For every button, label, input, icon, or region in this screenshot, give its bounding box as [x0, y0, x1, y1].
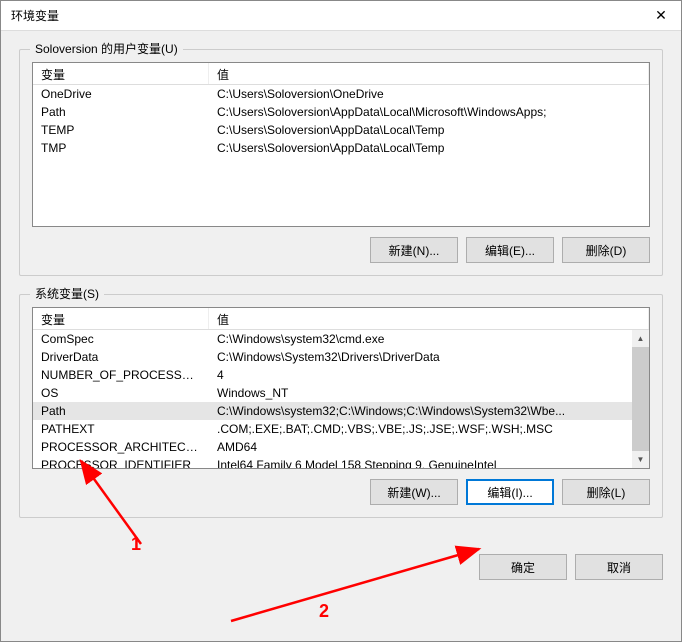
col-header-value[interactable]: 值 — [209, 308, 649, 329]
titlebar: 环境变量 ✕ — [1, 1, 681, 31]
table-row[interactable]: OSWindows_NT — [33, 384, 649, 402]
cell-name: NUMBER_OF_PROCESSORS — [33, 368, 209, 382]
system-vars-label: 系统变量(S) — [30, 285, 104, 302]
cell-value: 4 — [209, 368, 649, 382]
annotation-label-2: 2 — [319, 601, 329, 622]
scrollbar-track[interactable] — [632, 347, 649, 451]
col-header-name[interactable]: 变量 — [33, 308, 209, 329]
table-row[interactable]: DriverDataC:\Windows\System32\Drivers\Dr… — [33, 348, 649, 366]
cell-name: Path — [33, 105, 209, 119]
cell-value: C:\Windows\System32\Drivers\DriverData — [209, 350, 649, 364]
cell-value: .COM;.EXE;.BAT;.CMD;.VBS;.VBE;.JS;.JSE;.… — [209, 422, 649, 436]
table-row[interactable]: PATHEXT.COM;.EXE;.BAT;.CMD;.VBS;.VBE;.JS… — [33, 420, 649, 438]
table-row[interactable]: PROCESSOR_IDENTIFIERIntel64 Family 6 Mod… — [33, 456, 649, 469]
table-row[interactable]: NUMBER_OF_PROCESSORS4 — [33, 366, 649, 384]
table-row[interactable]: PathC:\Users\Soloversion\AppData\Local\M… — [33, 103, 649, 121]
cell-value: Intel64 Family 6 Model 158 Stepping 9, G… — [209, 458, 649, 469]
table-header: 变量 值 — [33, 63, 649, 85]
scroll-up-icon[interactable]: ▲ — [632, 330, 649, 347]
table-header: 变量 值 — [33, 308, 649, 330]
scrollbar-thumb[interactable] — [632, 347, 649, 451]
footer-buttons: 确定 取消 — [1, 554, 681, 598]
cell-value: C:\Users\Soloversion\AppData\Local\Micro… — [209, 105, 649, 119]
cell-value: AMD64 — [209, 440, 649, 454]
col-header-value[interactable]: 值 — [209, 63, 649, 84]
cell-name: PATHEXT — [33, 422, 209, 436]
table-row[interactable]: TMPC:\Users\Soloversion\AppData\Local\Te… — [33, 139, 649, 157]
table-row[interactable]: TEMPC:\Users\Soloversion\AppData\Local\T… — [33, 121, 649, 139]
system-delete-button[interactable]: 删除(L) — [562, 479, 650, 505]
user-vars-table[interactable]: 变量 值 OneDriveC:\Users\Soloversion\OneDri… — [32, 62, 650, 227]
system-button-row: 新建(W)... 编辑(I)... 删除(L) — [32, 479, 650, 505]
user-table-body: OneDriveC:\Users\Soloversion\OneDrivePat… — [33, 85, 649, 157]
cell-name: OS — [33, 386, 209, 400]
cell-name: DriverData — [33, 350, 209, 364]
cell-name: Path — [33, 404, 209, 418]
scroll-down-icon[interactable]: ▼ — [632, 451, 649, 468]
ok-button[interactable]: 确定 — [479, 554, 567, 580]
cell-value: Windows_NT — [209, 386, 649, 400]
user-vars-group: Soloversion 的用户变量(U) 变量 值 OneDriveC:\Use… — [19, 49, 663, 276]
close-icon[interactable]: ✕ — [651, 7, 671, 24]
table-row[interactable]: PROCESSOR_ARCHITECTUREAMD64 — [33, 438, 649, 456]
cell-value: C:\Windows\system32;C:\Windows;C:\Window… — [209, 404, 649, 418]
system-vars-group: 系统变量(S) 变量 值 ComSpecC:\Windows\system32\… — [19, 294, 663, 518]
cell-name: ComSpec — [33, 332, 209, 346]
cell-name: PROCESSOR_ARCHITECTURE — [33, 440, 209, 454]
user-vars-label: Soloversion 的用户变量(U) — [30, 40, 183, 57]
system-edit-button[interactable]: 编辑(I)... — [466, 479, 554, 505]
dialog-content: Soloversion 的用户变量(U) 变量 值 OneDriveC:\Use… — [1, 31, 681, 554]
cell-name: OneDrive — [33, 87, 209, 101]
cell-name: TEMP — [33, 123, 209, 137]
cell-value: C:\Users\Soloversion\AppData\Local\Temp — [209, 123, 649, 137]
system-new-button[interactable]: 新建(W)... — [370, 479, 458, 505]
dialog-title: 环境变量 — [11, 7, 59, 24]
annotation-label-1: 1 — [131, 534, 141, 555]
cell-value: C:\Users\Soloversion\AppData\Local\Temp — [209, 141, 649, 155]
cell-value: C:\Users\Soloversion\OneDrive — [209, 87, 649, 101]
user-edit-button[interactable]: 编辑(E)... — [466, 237, 554, 263]
cell-name: PROCESSOR_IDENTIFIER — [33, 458, 209, 469]
user-new-button[interactable]: 新建(N)... — [370, 237, 458, 263]
table-row[interactable]: ComSpecC:\Windows\system32\cmd.exe — [33, 330, 649, 348]
user-button-row: 新建(N)... 编辑(E)... 删除(D) — [32, 237, 650, 263]
system-table-body: ComSpecC:\Windows\system32\cmd.exeDriver… — [33, 330, 649, 469]
cancel-button[interactable]: 取消 — [575, 554, 663, 580]
table-row[interactable]: PathC:\Windows\system32;C:\Windows;C:\Wi… — [33, 402, 649, 420]
env-vars-dialog: 环境变量 ✕ Soloversion 的用户变量(U) 变量 值 OneDriv… — [0, 0, 682, 642]
cell-value: C:\Windows\system32\cmd.exe — [209, 332, 649, 346]
cell-name: TMP — [33, 141, 209, 155]
table-row[interactable]: OneDriveC:\Users\Soloversion\OneDrive — [33, 85, 649, 103]
col-header-name[interactable]: 变量 — [33, 63, 209, 84]
system-vars-table[interactable]: 变量 值 ComSpecC:\Windows\system32\cmd.exeD… — [32, 307, 650, 469]
user-delete-button[interactable]: 删除(D) — [562, 237, 650, 263]
